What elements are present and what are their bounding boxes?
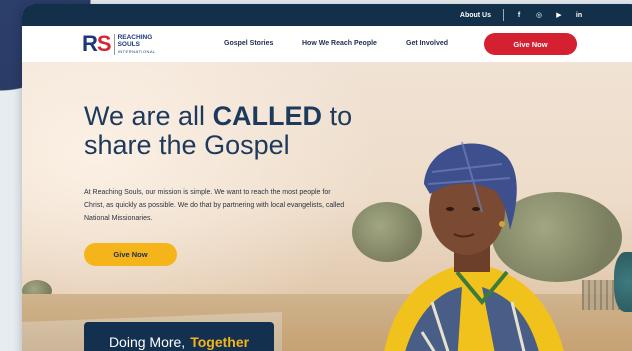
doing-more-banner[interactable]: Doing More, Together [84,322,274,351]
utility-bar: About Us f ◎ ▶ in [22,4,632,26]
logo[interactable]: RS REACHING SOULS INTERNATIONAL [82,32,156,56]
logo-wordmark: REACHING SOULS INTERNATIONAL [113,33,156,55]
nav-get-involved[interactable]: Get Involved [406,40,448,47]
mission-text: At Reaching Souls, our mission is simple… [84,189,345,222]
hero-photo-woman [384,141,564,351]
banner-accent: Together [190,334,250,350]
main-nav: RS REACHING SOULS INTERNATIONAL Gospel S… [22,26,632,62]
facebook-icon[interactable]: f [514,12,524,19]
logo-mark: RS [82,31,112,56]
nav-gospel-stories[interactable]: Gospel Stories [224,40,273,47]
hero-section: We are all CALLED to share the Gospel At… [22,62,632,351]
give-now-button-nav[interactable]: Give Now [484,33,577,55]
utility-divider [503,9,504,21]
banner-text: Doing More, [108,334,186,350]
instagram-icon[interactable]: ◎ [534,11,544,19]
linkedin-icon[interactable]: in [574,12,584,19]
give-now-button-hero[interactable]: Give Now [84,243,177,266]
hero-headline: We are all CALLED to share the Gospel [84,101,353,160]
about-us-link[interactable]: About Us [460,12,491,19]
youtube-icon[interactable]: ▶ [554,11,564,19]
nav-how-we-reach-people[interactable]: How We Reach People [302,40,377,47]
website-frame: About Us f ◎ ▶ in RS REACHING SOULS INTE… [22,4,632,351]
